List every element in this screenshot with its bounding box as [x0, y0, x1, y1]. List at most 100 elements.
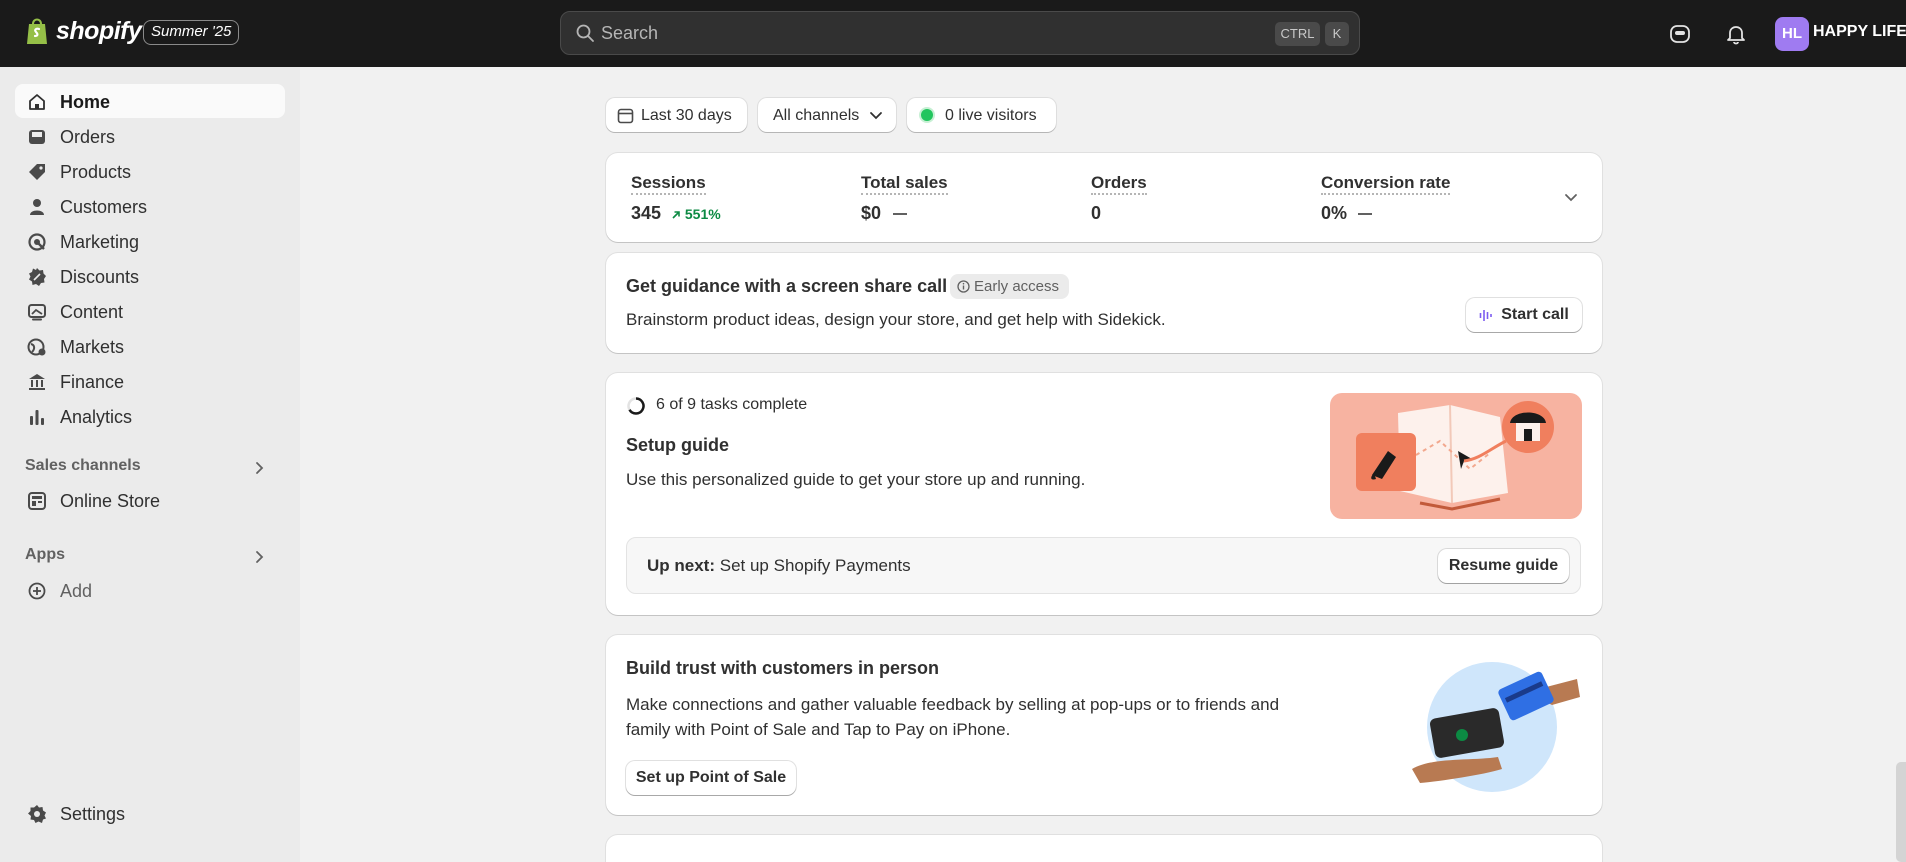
metric-value: 345	[631, 203, 662, 223]
metrics-card[interactable]: Sessions 345 551% Total sales $0 Orders …	[606, 153, 1602, 242]
metric-value: 0%	[1321, 203, 1348, 223]
bar-chart-icon	[30, 410, 44, 425]
gear-icon	[28, 805, 46, 823]
info-icon	[957, 280, 970, 293]
sidekick-icon[interactable]	[1668, 22, 1692, 46]
pos-text: Make connections and gather valuable fee…	[626, 695, 1280, 739]
sidebar-item-label: Online Store	[60, 491, 161, 511]
progress-ring-icon	[627, 397, 645, 415]
channels-label: All channels	[773, 107, 860, 124]
live-visitors-button[interactable]: 0 live visitors	[907, 98, 1056, 132]
sidebar-item-orders[interactable]: Orders	[15, 119, 285, 153]
sidebar-item-settings[interactable]: Settings	[15, 796, 285, 830]
arrow-up-right-icon	[672, 211, 680, 219]
trend-badge: 551%	[671, 206, 721, 222]
setup-pos-button[interactable]: Set up Point of Sale	[626, 761, 796, 795]
sidebar: Home Orders Products Customers Marketing…	[0, 67, 300, 862]
sidebar-item-markets[interactable]: Markets	[15, 329, 285, 363]
sidebar-item-online-store[interactable]: Online Store	[15, 483, 285, 517]
bell-icon[interactable]	[1724, 22, 1748, 46]
no-change-dash	[893, 213, 907, 215]
edition-badge[interactable]: Summer '25	[143, 20, 240, 45]
plus-circle-icon	[28, 582, 46, 600]
metric-sessions[interactable]: Sessions 345 551%	[631, 173, 721, 223]
metric-label: Total sales	[861, 173, 948, 195]
sidebar-item-label: Settings	[60, 804, 126, 824]
metric-value: 0	[1091, 203, 1102, 223]
setup-guide-card: 6 of 9 tasks complete Setup guide Use th…	[606, 373, 1602, 615]
metric-label: Conversion rate	[1321, 173, 1451, 195]
early-access-badge: Early access	[950, 274, 1070, 299]
metric-value: $0	[861, 203, 882, 223]
metric-conversion-rate[interactable]: Conversion rate 0%	[1321, 173, 1451, 223]
store-name[interactable]: HAPPY LIFE	[1813, 23, 1906, 41]
sidebar-item-label: Discounts	[60, 267, 140, 287]
metric-total-sales[interactable]: Total sales $0	[861, 173, 948, 223]
tag-icon	[29, 164, 45, 180]
search-bar[interactable]: CTRL K	[560, 11, 1360, 55]
inbox-icon	[29, 130, 45, 144]
trend-value: 551%	[684, 206, 721, 222]
scrollbar-thumb[interactable]	[1896, 762, 1906, 862]
pos-title: Build trust with customers in person	[626, 658, 940, 678]
sidebar-item-label: Analytics	[60, 407, 133, 427]
date-range-button[interactable]: Last 30 days	[606, 98, 747, 132]
sidebar-item-label: Marketing	[60, 232, 140, 252]
up-next-text: Up next: Set up Shopify Payments	[647, 556, 911, 576]
channels-dropdown[interactable]: All channels	[758, 98, 896, 132]
apps-title[interactable]: Apps	[25, 546, 65, 564]
guidance-card: Get guidance with a screen share call Ea…	[606, 253, 1602, 353]
avatar[interactable]: HL	[1775, 17, 1809, 51]
sidebar-item-discounts[interactable]: Discounts	[15, 259, 285, 293]
calendar-icon	[617, 108, 634, 124]
metric-orders[interactable]: Orders 0	[1091, 173, 1147, 223]
resume-guide-button[interactable]: Resume guide	[1438, 549, 1569, 583]
sidebar-item-label: Finance	[60, 372, 125, 392]
no-change-dash	[1358, 213, 1372, 215]
live-visitors-label: 0 live visitors	[945, 107, 1037, 124]
badge-label: Early access	[974, 278, 1060, 295]
sidebar-item-finance[interactable]: Finance	[15, 364, 285, 398]
chevron-right-icon[interactable]	[251, 548, 269, 566]
point-of-sale-card: Build trust with customers in person Mak…	[606, 635, 1602, 815]
guidance-title: Get guidance with a screen share call	[626, 276, 948, 296]
sidebar-item-analytics[interactable]: Analytics	[15, 399, 285, 433]
sidebar-item-marketing[interactable]: Marketing	[15, 224, 285, 258]
shopify-bag-icon	[27, 18, 47, 44]
shopify-logo[interactable]: shopify	[24, 16, 142, 46]
up-next-label: Up next:	[647, 556, 715, 575]
up-next-task: Set up Shopify Payments	[719, 556, 911, 575]
sidebar-item-content[interactable]: Content	[15, 294, 285, 328]
chevron-down-icon[interactable]	[1563, 191, 1579, 205]
person-icon	[30, 199, 44, 215]
shortcut-ctrl-key: CTRL	[1275, 22, 1320, 46]
guidance-text: Brainstorm product ideas, design your st…	[626, 310, 1166, 329]
chevron-right-icon[interactable]	[251, 459, 269, 477]
sidebar-item-customers[interactable]: Customers	[15, 189, 285, 223]
sidebar-item-products[interactable]: Products	[15, 154, 285, 188]
store-icon	[28, 492, 46, 510]
sidebar-item-label: Products	[60, 162, 132, 182]
search-input[interactable]	[601, 12, 1201, 54]
shortcut-k-key: K	[1325, 22, 1349, 46]
bank-icon	[29, 374, 45, 390]
progress-text: 6 of 9 tasks complete	[656, 396, 808, 413]
live-status-dot	[921, 109, 933, 121]
sales-channels-title[interactable]: Sales channels	[25, 457, 141, 475]
target-icon	[28, 233, 46, 251]
search-icon	[576, 24, 594, 42]
globe-icon	[27, 338, 46, 356]
sidebar-item-add-app[interactable]: Add	[15, 573, 285, 607]
sidebar-item-home[interactable]: Home	[15, 84, 285, 118]
setup-guide-text: Use this personalized guide to get your …	[626, 470, 1086, 489]
discount-icon	[29, 268, 46, 286]
brand-name: shopify	[56, 16, 142, 45]
next-card-peek	[606, 835, 1602, 862]
start-call-button[interactable]: Start call	[1466, 298, 1582, 332]
top-bar: shopify Summer '25 CTRL K HL HAPPY LIFE	[0, 0, 1906, 67]
tap-to-pay-illustration	[1412, 662, 1580, 792]
metric-label: Sessions	[631, 173, 706, 195]
start-call-label: Start call	[1501, 306, 1569, 323]
chevron-down-icon	[870, 112, 882, 120]
image-icon	[28, 304, 46, 321]
